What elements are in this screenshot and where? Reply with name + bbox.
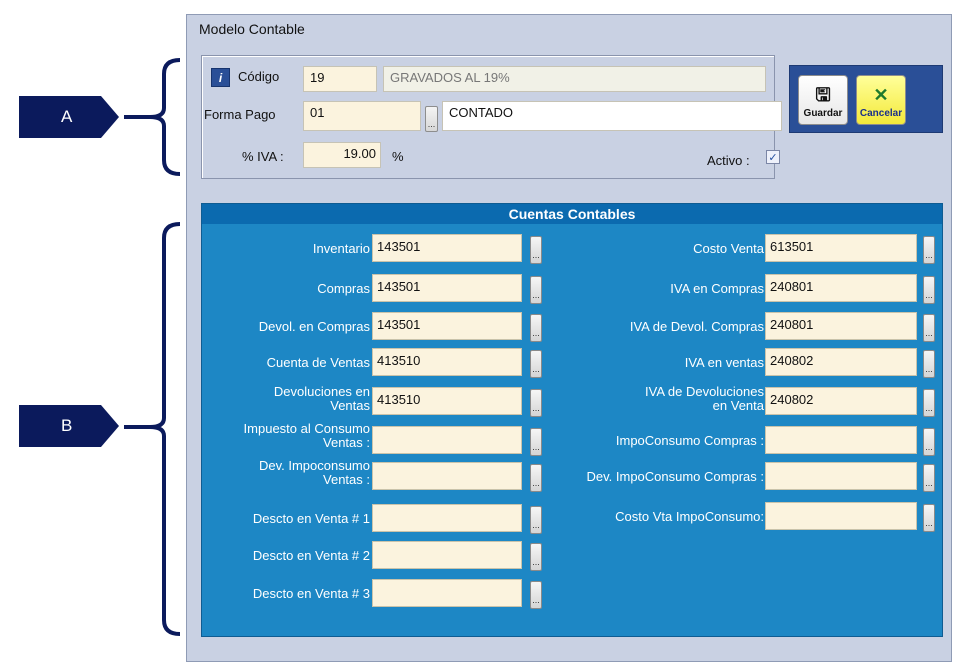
- cuenta-ventas-lookup-button[interactable]: ...: [530, 350, 542, 378]
- activo-checkbox[interactable]: ✓: [766, 150, 780, 164]
- devol-compras-lookup-button[interactable]: ...: [530, 314, 542, 342]
- inventario-lookup-button[interactable]: ...: [530, 236, 542, 264]
- costo-venta-lookup-button[interactable]: ...: [923, 236, 935, 264]
- forma-pago-label: Forma Pago: [204, 107, 276, 122]
- save-button-label: Guardar: [803, 108, 843, 119]
- iva-ventas-lookup-button[interactable]: ...: [923, 350, 935, 378]
- descto-venta-2-label: Descto en Venta # 2: [252, 548, 370, 563]
- callout-a: A: [19, 96, 119, 138]
- iva-devoluciones-venta-label-line2: en Venta: [712, 398, 764, 413]
- devoluciones-ventas-lookup-button[interactable]: ...: [530, 389, 542, 417]
- compras-input[interactable]: 143501: [372, 274, 522, 302]
- cancel-x-icon: ✕: [873, 85, 889, 105]
- impuesto-consumo-input[interactable]: [372, 426, 522, 454]
- iva-value: 19.00: [343, 146, 376, 161]
- costo-vta-impoconsumo-input[interactable]: [765, 502, 917, 530]
- costo-vta-impoconsumo-lookup-button[interactable]: ...: [923, 504, 935, 532]
- iva-input[interactable]: 19.00: [303, 142, 381, 168]
- codigo-label: Código: [238, 69, 280, 84]
- descto-venta-3-label: Descto en Venta # 3: [252, 586, 370, 601]
- forma-pago-lookup-button[interactable]: ...: [425, 106, 438, 132]
- iva-devol-compras-label: IVA de Devol. Compras: [629, 319, 764, 334]
- info-icon[interactable]: i: [211, 68, 230, 87]
- forma-pago-description: CONTADO: [442, 101, 782, 131]
- toolbar: 🖫 Guardar ✕ Cancelar: [789, 65, 943, 133]
- devoluciones-ventas-label-line2: Ventas: [330, 398, 370, 413]
- activo-label: Activo :: [707, 153, 750, 168]
- cancel-button-label: Cancelar: [859, 108, 903, 119]
- impoconsumo-compras-label: ImpoConsumo Compras :: [615, 433, 764, 448]
- iva-compras-label: IVA en Compras: [670, 281, 764, 296]
- devoluciones-ventas-label-line1: Devoluciones en: [273, 384, 370, 399]
- dev-impoconsumo-compras-label: Dev. ImpoConsumo Compras :: [586, 469, 765, 484]
- impuesto-consumo-lookup-button[interactable]: ...: [530, 428, 542, 456]
- descto-venta-2-input[interactable]: [372, 541, 522, 569]
- forma-pago-input[interactable]: 01: [303, 101, 421, 131]
- impuesto-consumo-label-line1: Impuesto al Consumo: [243, 421, 370, 436]
- callout-a-label: A: [61, 107, 73, 126]
- descto-venta-3-input[interactable]: [372, 579, 522, 607]
- brace-a: [124, 58, 181, 176]
- iva-devoluciones-venta-lookup-button[interactable]: ...: [923, 389, 935, 417]
- dev-impoconsumo-input[interactable]: [372, 462, 522, 490]
- iva-unit: %: [392, 149, 404, 164]
- brace-b: [124, 222, 181, 636]
- iva-ventas-label: IVA en ventas: [684, 355, 764, 370]
- dev-impoconsumo-lookup-button[interactable]: ...: [530, 464, 542, 492]
- impuesto-consumo-label-line2: Ventas :: [323, 435, 370, 450]
- dev-impoconsumo-compras-lookup-button[interactable]: ...: [923, 464, 935, 492]
- descto-venta-1-input[interactable]: [372, 504, 522, 532]
- cancel-button[interactable]: ✕ Cancelar: [856, 75, 906, 125]
- dev-impoconsumo-compras-input[interactable]: [765, 462, 917, 490]
- devol-compras-input[interactable]: 143501: [372, 312, 522, 340]
- iva-devoluciones-venta-label: IVA de Devoluciones en Venta: [645, 385, 764, 413]
- iva-devol-compras-input[interactable]: 240801: [765, 312, 917, 340]
- callout-b-label: B: [61, 416, 73, 435]
- dev-impoconsumo-label-line1: Dev. Impoconsumo: [258, 458, 370, 473]
- modelo-contable-window: Modelo Contable i Código 19 GRAVADOS AL …: [186, 14, 952, 662]
- floppy-disk-icon: 🖫: [815, 85, 831, 105]
- iva-ventas-input[interactable]: 240802: [765, 348, 917, 376]
- costo-venta-input[interactable]: 613501: [765, 234, 917, 262]
- cuenta-ventas-input[interactable]: 413510: [372, 348, 522, 376]
- save-button[interactable]: 🖫 Guardar: [798, 75, 848, 125]
- cuentas-contables-panel: Cuentas Contables Inventario 143501 ... …: [201, 203, 943, 637]
- iva-compras-input[interactable]: 240801: [765, 274, 917, 302]
- dev-impoconsumo-label-line2: Ventas :: [323, 472, 370, 487]
- iva-devoluciones-venta-input[interactable]: 240802: [765, 387, 917, 415]
- descto-venta-3-lookup-button[interactable]: ...: [530, 581, 542, 609]
- codigo-description: GRAVADOS AL 19%: [383, 66, 766, 92]
- devoluciones-ventas-input[interactable]: 413510: [372, 387, 522, 415]
- impuesto-consumo-label: Impuesto al Consumo Ventas :: [244, 422, 370, 450]
- devol-compras-label: Devol. en Compras: [258, 319, 370, 334]
- compras-lookup-button[interactable]: ...: [530, 276, 542, 304]
- descto-venta-1-lookup-button[interactable]: ...: [530, 506, 542, 534]
- codigo-input[interactable]: 19: [303, 66, 377, 92]
- impoconsumo-compras-lookup-button[interactable]: ...: [923, 428, 935, 456]
- cuenta-ventas-label: Cuenta de Ventas: [266, 355, 370, 370]
- iva-devol-compras-lookup-button[interactable]: ...: [923, 314, 935, 342]
- compras-label: Compras: [317, 281, 370, 296]
- iva-compras-lookup-button[interactable]: ...: [923, 276, 935, 304]
- devoluciones-ventas-label: Devoluciones en Ventas: [274, 385, 370, 413]
- iva-label: % IVA :: [242, 149, 284, 164]
- descto-venta-1-label: Descto en Venta # 1: [252, 511, 370, 526]
- header-panel: i Código 19 GRAVADOS AL 19% Forma Pago 0…: [201, 55, 782, 179]
- window-title: Modelo Contable: [199, 21, 305, 37]
- inventario-label: Inventario: [312, 241, 370, 256]
- cuentas-contables-title: Cuentas Contables: [202, 204, 942, 224]
- callout-b: B: [19, 405, 119, 447]
- impoconsumo-compras-input[interactable]: [765, 426, 917, 454]
- costo-venta-label: Costo Venta: [693, 241, 764, 256]
- dev-impoconsumo-label: Dev. Impoconsumo Ventas :: [259, 459, 370, 487]
- descto-venta-2-lookup-button[interactable]: ...: [530, 543, 542, 571]
- costo-vta-impoconsumo-label: Costo Vta ImpoConsumo:: [615, 509, 764, 524]
- inventario-input[interactable]: 143501: [372, 234, 522, 262]
- iva-devoluciones-venta-label-line1: IVA de Devoluciones: [645, 384, 764, 399]
